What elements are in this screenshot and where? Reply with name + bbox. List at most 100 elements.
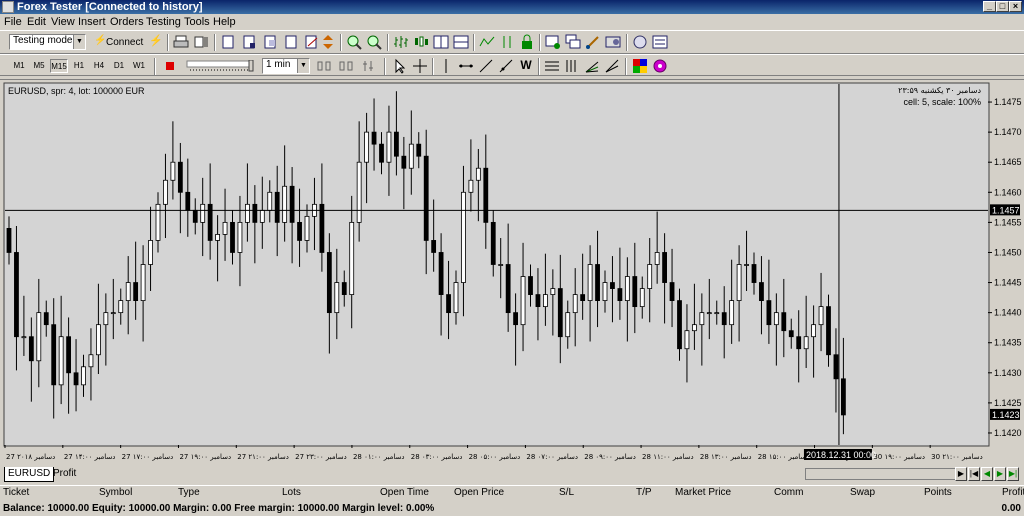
maximize-button[interactable]: □ [996, 1, 1009, 12]
bull-candle [36, 312, 42, 362]
menu-tools[interactable]: Tools [184, 16, 210, 28]
bull-candle [88, 354, 94, 368]
col-points[interactable]: Points [924, 487, 952, 498]
tab-profit[interactable]: Profit [50, 467, 79, 482]
zoom-out-icon[interactable] [366, 34, 382, 50]
menu-file[interactable]: File [4, 16, 22, 28]
col-sl[interactable]: S/L [559, 487, 574, 498]
clock-icon[interactable] [632, 34, 648, 50]
brush-icon[interactable] [585, 34, 601, 50]
indicator-line-icon[interactable] [479, 34, 495, 50]
mode-select[interactable]: Testing mode ▼ [9, 34, 86, 50]
step-mode-icon[interactable] [360, 58, 376, 74]
minimize-button[interactable]: _ [983, 1, 996, 12]
lock-icon[interactable] [519, 34, 535, 50]
tab-eurusd[interactable]: EURUSD [4, 467, 55, 482]
timeframe-d1[interactable]: D1 [110, 59, 128, 73]
print-icon[interactable] [173, 34, 189, 50]
timeframe-m15[interactable]: M15 [50, 59, 68, 73]
stop-icon[interactable] [162, 58, 178, 74]
col-swap[interactable]: Swap [850, 487, 875, 498]
edit-document-icon[interactable] [303, 34, 319, 50]
channel-icon[interactable] [544, 58, 560, 74]
chart-tabs: EURUSD Profit ▶ |◀ ◀ ▶ ▶| [0, 467, 1024, 483]
speed-select[interactable]: 1 min ▼ [262, 58, 310, 74]
col-market-price[interactable]: Market Price [675, 487, 731, 498]
col-open-price[interactable]: Open Price [454, 487, 504, 498]
bear-candle [379, 143, 384, 163]
window-split-icon[interactable] [453, 34, 469, 50]
fan-icon[interactable] [584, 58, 600, 74]
timeframe-w1[interactable]: W1 [130, 59, 148, 73]
menu-edit[interactable]: Edit [27, 16, 46, 28]
bear-candle [133, 282, 139, 302]
add-order-icon[interactable] [545, 34, 561, 50]
menu-testing[interactable]: Testing [146, 16, 181, 28]
speed-slider[interactable] [186, 59, 254, 72]
step-back-icon[interactable] [338, 58, 354, 74]
new-document-icon[interactable] [220, 34, 236, 50]
bear-candle [423, 155, 429, 241]
flash-icon[interactable]: ⚡ [149, 34, 165, 50]
col-profit[interactable]: Profit [1002, 487, 1024, 498]
document-icon[interactable] [283, 34, 299, 50]
bear-candle [371, 131, 377, 145]
zoom-in-icon[interactable] [346, 34, 362, 50]
scroll-right-icon[interactable]: ▶ [994, 467, 1006, 481]
col-ticket[interactable]: Ticket [3, 487, 29, 498]
menu-help[interactable]: Help [213, 16, 236, 28]
horizontal-line-icon[interactable] [458, 58, 474, 74]
pitchfork-icon[interactable] [604, 58, 620, 74]
palette-icon[interactable] [632, 58, 648, 74]
copy-document-icon[interactable] [262, 34, 278, 50]
scroll-first-icon[interactable]: |◀ [968, 467, 980, 481]
wave-icon[interactable]: W [518, 58, 534, 74]
properties-icon[interactable] [652, 34, 668, 50]
col-symbol[interactable]: Symbol [99, 487, 132, 498]
open-document-icon[interactable] [241, 34, 257, 50]
scroll-icon[interactable] [320, 34, 336, 50]
timeframe-m1[interactable]: M1 [10, 59, 28, 73]
price-chart[interactable]: 1.1475 1.1470 1.1465 1.1460 1.1455 1.1450 1.14… [3, 82, 1024, 466]
menu-orders[interactable]: Orders [110, 16, 144, 28]
cursor-icon[interactable] [392, 58, 408, 74]
vertical-line-icon[interactable] [438, 58, 454, 74]
windows-icon[interactable] [565, 34, 581, 50]
timeframe-h1[interactable]: H1 [70, 59, 88, 73]
scroll-right-end-icon[interactable]: ▶ [955, 467, 967, 481]
menu-insert[interactable]: Insert [78, 16, 106, 28]
bear-candle [580, 294, 586, 301]
menu-view[interactable]: View [51, 16, 75, 28]
bull-candle [706, 312, 712, 315]
bull-candle [520, 276, 526, 326]
print-preview-icon[interactable] [193, 34, 209, 50]
chart-scrollbar[interactable] [805, 468, 958, 480]
color-wheel-icon[interactable] [652, 58, 668, 74]
timeframe-m5[interactable]: M5 [30, 59, 48, 73]
scroll-left-icon[interactable]: ◀ [981, 467, 993, 481]
trend-line-icon[interactable] [478, 58, 494, 74]
crosshair-icon[interactable] [412, 58, 428, 74]
candlestick-icon[interactable] [413, 34, 429, 50]
col-comm[interactable]: Comm [774, 487, 803, 498]
bear-candle [401, 155, 407, 169]
col-tp[interactable]: T/P [636, 487, 652, 498]
window-tile-icon[interactable] [433, 34, 449, 50]
bar-chart-icon[interactable] [393, 34, 409, 50]
arrows-icon[interactable] [499, 34, 515, 50]
bear-candle [788, 330, 794, 338]
toolbar-separator [626, 34, 628, 51]
connect-button[interactable]: ⚡ Connect [92, 35, 144, 51]
col-lots[interactable]: Lots [282, 487, 301, 498]
settings-window-icon[interactable] [605, 34, 621, 50]
toolbar-separator [432, 58, 434, 75]
close-button[interactable]: × [1009, 1, 1022, 12]
col-type[interactable]: Type [178, 487, 200, 498]
bear-candle [505, 264, 511, 314]
cycle-lines-icon[interactable] [564, 58, 580, 74]
col-open-time[interactable]: Open Time [380, 487, 429, 498]
ray-icon[interactable] [498, 58, 514, 74]
step-forward-icon[interactable] [316, 58, 332, 74]
scroll-last-icon[interactable]: ▶| [1007, 467, 1019, 481]
timeframe-h4[interactable]: H4 [90, 59, 108, 73]
